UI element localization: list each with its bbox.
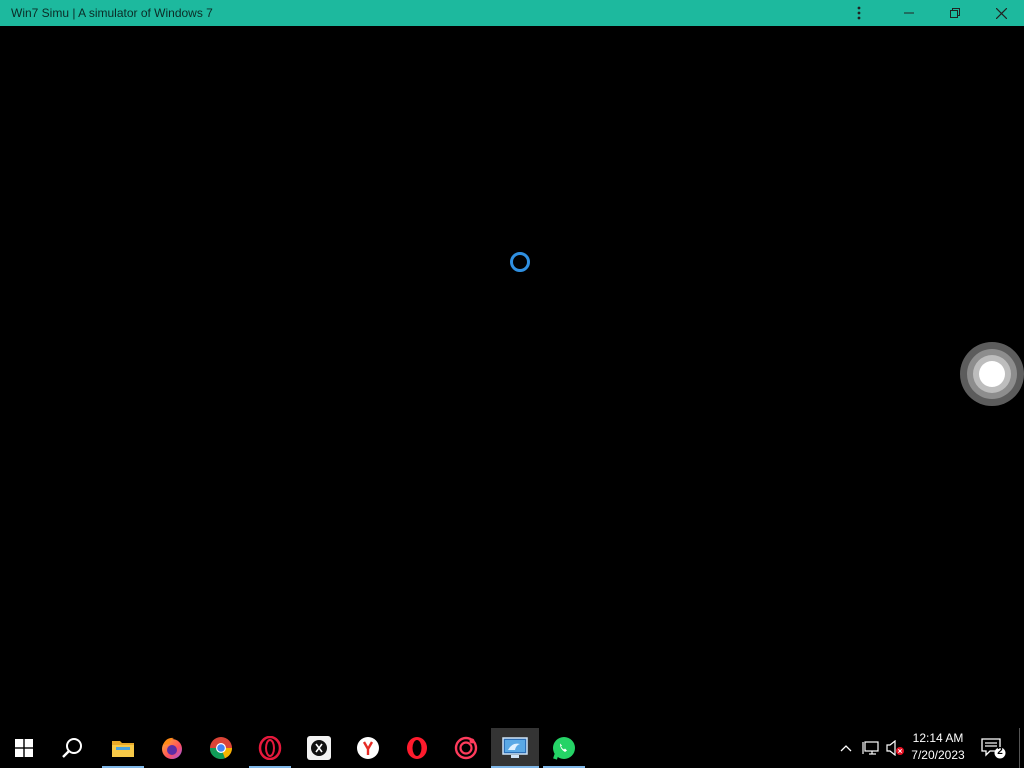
show-hidden-icons-button[interactable]	[837, 728, 855, 768]
yandex-icon	[357, 737, 379, 759]
title-bar: Win7 Simu | A simulator of Windows 7	[0, 0, 1024, 26]
minimize-button[interactable]	[886, 0, 932, 26]
taskbar-opera[interactable]	[396, 728, 438, 768]
loading-spinner-icon	[510, 252, 530, 272]
floating-assistive-button[interactable]	[960, 342, 1024, 406]
taskbar-firefox[interactable]	[151, 728, 193, 768]
ring-app-icon	[454, 736, 478, 760]
x-app-icon	[307, 736, 331, 760]
network-tray-button[interactable]	[860, 728, 882, 768]
taskbar-file-explorer[interactable]	[102, 728, 144, 768]
search-button[interactable]	[51, 728, 93, 768]
show-desktop-divider[interactable]	[1019, 728, 1020, 768]
taskbar-opera-gx[interactable]	[249, 728, 291, 768]
taskbar-ring-app[interactable]	[445, 728, 487, 768]
window-title: Win7 Simu | A simulator of Windows 7	[11, 6, 213, 20]
opera-gx-icon	[258, 736, 282, 760]
volume-muted-icon	[886, 740, 904, 756]
search-icon	[62, 738, 82, 758]
start-button[interactable]	[3, 728, 45, 768]
volume-tray-button[interactable]	[884, 728, 906, 768]
restore-button[interactable]	[932, 0, 978, 26]
folder-icon	[112, 741, 134, 757]
taskbar-win7-simu[interactable]	[491, 728, 539, 768]
clock[interactable]: 12:14 AM 7/20/2023	[904, 730, 972, 766]
taskbar-yandex[interactable]	[347, 728, 389, 768]
vertical-dots-icon	[857, 6, 861, 20]
windows-logo-icon	[15, 739, 33, 757]
action-center-button[interactable]: 2	[978, 728, 1008, 768]
taskbar-whatsapp[interactable]	[543, 728, 585, 768]
simulator-screen[interactable]	[0, 26, 1024, 728]
taskbar: 12:14 AM 7/20/2023 2	[0, 728, 1024, 768]
chevron-up-icon	[840, 745, 852, 752]
close-button[interactable]	[978, 0, 1024, 26]
more-options-button[interactable]	[837, 0, 881, 26]
minimize-icon	[904, 12, 914, 14]
taskbar-app-x[interactable]	[298, 728, 340, 768]
opera-icon	[407, 737, 427, 759]
clock-time: 12:14 AM	[912, 731, 964, 745]
taskbar-chrome[interactable]	[200, 728, 242, 768]
whatsapp-icon	[553, 737, 575, 760]
clock-date: 7/20/2023	[911, 748, 965, 762]
close-icon	[995, 7, 1007, 19]
notification-count-badge: 2	[997, 746, 1003, 757]
win7-simu-icon	[502, 737, 528, 758]
chrome-icon	[209, 737, 232, 760]
restore-icon	[950, 8, 960, 18]
firefox-icon	[162, 737, 182, 759]
network-icon	[862, 741, 879, 755]
